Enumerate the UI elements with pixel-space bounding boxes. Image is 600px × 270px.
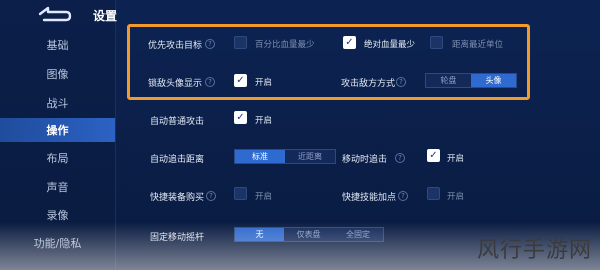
fixed-joystick-none-option[interactable]: 无: [235, 228, 284, 241]
sidebar-item-label: 战斗: [46, 97, 69, 110]
sidebar-item-label: 操作: [46, 124, 69, 137]
move-chase-checkbox[interactable]: ✓: [427, 149, 440, 162]
fixed-joystick-full-option[interactable]: 全固定: [333, 228, 383, 241]
sidebar-item-graphics[interactable]: 图像: [0, 62, 115, 86]
sidebar-item-controls[interactable]: 操作: [0, 118, 115, 142]
auto-chase-label: 自动追击距离: [150, 155, 205, 165]
help-icon[interactable]: ?: [206, 191, 216, 201]
sidebar-item-replay[interactable]: 录像: [0, 203, 115, 227]
move-chase-label: 移动时追击: [342, 155, 388, 165]
sidebar-item-sound[interactable]: 声音: [0, 175, 115, 199]
auto-chase-segmented: 标准 近距离: [234, 149, 336, 164]
auto-attack-value: 开启: [255, 116, 273, 126]
sidebar-item-label: 基础: [46, 39, 69, 52]
sidebar-item-label: 功能/隐私: [33, 237, 82, 250]
help-icon[interactable]: ?: [398, 191, 408, 201]
quick-buy-checkbox[interactable]: [234, 187, 247, 200]
sidebar-item-privacy[interactable]: 功能/隐私: [0, 231, 115, 255]
sidebar-item-label: 布局: [46, 152, 69, 165]
fixed-joystick-segmented: 无 仅表盘 全固定: [234, 227, 384, 242]
move-chase-value: 开启: [447, 154, 465, 164]
sidebar: 基础 图像 战斗 操作 布局 声音 录像 功能/隐私: [0, 0, 116, 270]
quick-buy-label: 快捷装备购买: [150, 193, 205, 203]
auto-chase-near-option[interactable]: 近距离: [285, 150, 335, 163]
page-title: 设置: [93, 9, 118, 23]
sidebar-item-label: 声音: [46, 181, 69, 194]
sidebar-item-basic[interactable]: 基础: [0, 33, 115, 57]
checkmark-icon: ✓: [429, 149, 438, 161]
quick-skill-checkbox[interactable]: [427, 187, 440, 200]
auto-attack-label: 自动普通攻击: [150, 117, 205, 127]
checkmark-icon: ✓: [236, 111, 245, 123]
highlight-annotation: [127, 24, 530, 100]
sidebar-item-label: 录像: [46, 209, 69, 222]
watermark: 风行手游网: [476, 238, 592, 263]
quick-buy-value: 开启: [255, 192, 273, 202]
auto-attack-checkbox[interactable]: ✓: [234, 111, 247, 124]
sidebar-item-label: 图像: [46, 68, 69, 81]
sidebar-item-layout[interactable]: 布局: [0, 146, 115, 170]
back-icon[interactable]: [34, 4, 74, 24]
fixed-joystick-label: 固定移动摇杆: [150, 233, 205, 243]
quick-skill-label: 快捷技能加点: [342, 193, 397, 203]
fixed-joystick-dial-option[interactable]: 仅表盘: [284, 228, 333, 241]
quick-skill-value: 开启: [447, 192, 465, 202]
auto-chase-standard-option[interactable]: 标准: [235, 150, 285, 163]
help-icon[interactable]: ?: [395, 153, 405, 163]
sidebar-item-combat[interactable]: 战斗: [0, 91, 115, 115]
